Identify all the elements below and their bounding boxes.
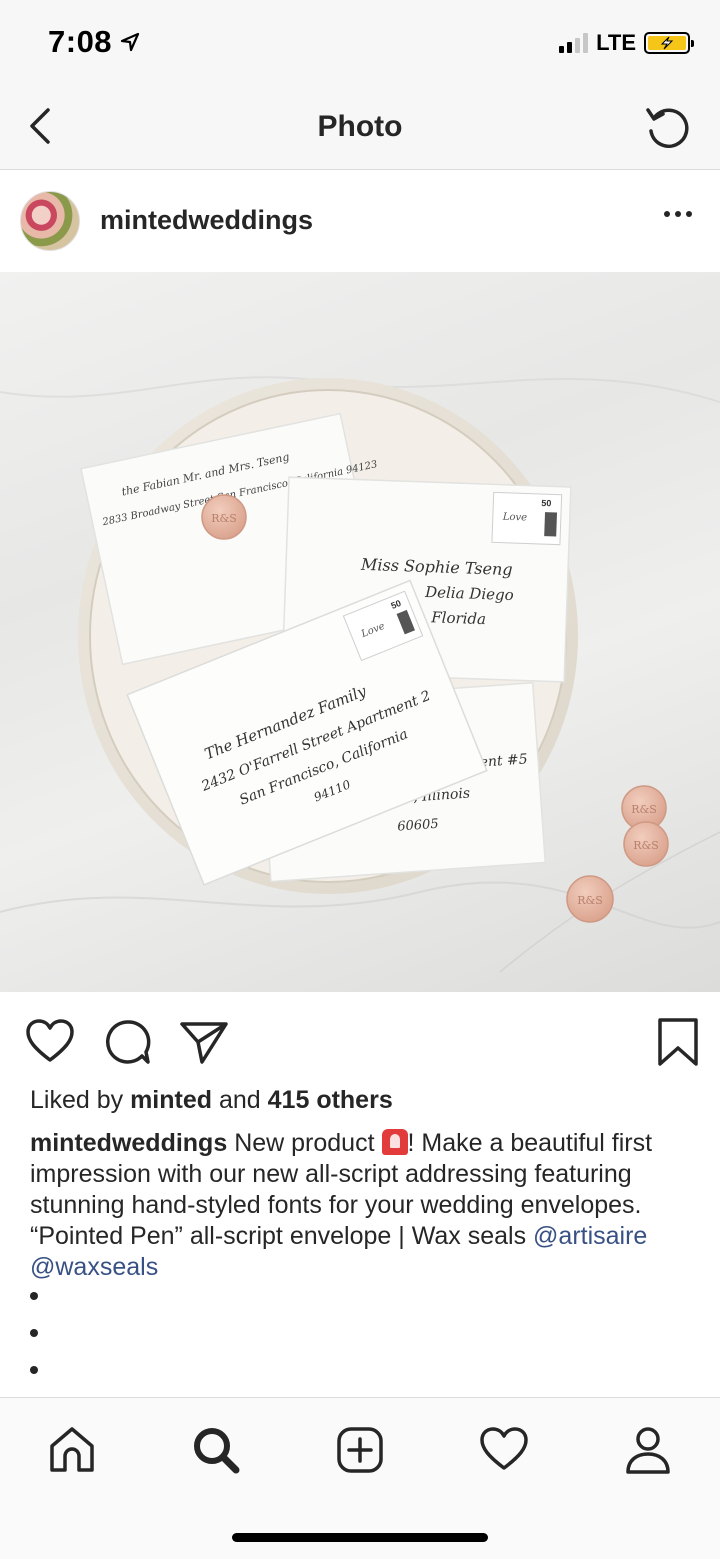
avatar[interactable] [20,191,80,251]
tab-search[interactable] [190,1424,242,1476]
network-label: LTE [596,30,636,55]
share-button[interactable] [178,1016,230,1068]
post-header: mintedweddings [0,171,720,272]
signal-icon [559,33,589,53]
status-bar: 7:08 LTE [0,0,720,88]
save-button[interactable] [652,1016,704,1068]
mention-link[interactable]: @waxseals [30,1253,158,1281]
status-time: 7:08 [48,24,140,60]
bullet-dot [30,1329,38,1337]
location-arrow-icon [120,32,140,52]
caption-text: New product [234,1129,375,1157]
paper-plane-icon [180,1022,228,1064]
add-post-icon [337,1427,383,1473]
caption-username[interactable]: mintedweddings [30,1129,227,1157]
post-actions [0,1000,720,1080]
likes-count[interactable]: 415 others [268,1086,393,1114]
bullet-dot [30,1366,38,1374]
status-indicators: LTE [559,30,694,56]
svg-text:R&S: R&S [211,512,237,525]
like-button[interactable] [24,1016,76,1068]
tab-home[interactable] [46,1424,98,1476]
siren-emoji-icon [381,1129,408,1155]
home-icon [50,1427,94,1472]
more-dot [675,211,681,217]
comment-button[interactable] [102,1016,154,1068]
likes-and: and [218,1086,261,1114]
likes-summary[interactable]: Liked by minted and 415 others [30,1086,393,1115]
post-photo[interactable]: the Fabian Mr. and Mrs. Tseng 2833 Broad… [0,272,720,992]
nav-header: Photo [0,88,720,170]
more-options-button[interactable] [664,211,692,217]
svg-text:Love: Love [502,512,528,524]
bookmark-icon [658,1018,698,1066]
tab-new-post[interactable] [334,1424,386,1476]
heart-icon [480,1427,528,1470]
likes-user[interactable]: minted [130,1086,212,1114]
refresh-button[interactable] [642,102,692,152]
profile-icon [626,1427,670,1474]
heart-icon [26,1019,74,1062]
tab-profile[interactable] [622,1424,674,1476]
more-dot [686,211,692,217]
svg-text:R&S: R&S [633,839,659,852]
refresh-icon [646,108,689,148]
likes-prefix: Liked by [30,1086,124,1114]
clock: 7:08 [48,24,113,59]
svg-text:R&S: R&S [577,894,603,907]
comment-icon [105,1020,151,1064]
more-dot [664,211,670,217]
bullet-dot [30,1292,38,1300]
svg-text:60605: 60605 [397,817,439,835]
svg-text:Florida: Florida [430,608,486,628]
mention-link[interactable]: @artisaire [533,1222,647,1250]
battery-icon [644,32,694,54]
tab-bar [0,1397,720,1559]
post-caption: mintedweddings New product ! Make a beau… [30,1128,700,1283]
caption-dots [30,1292,38,1403]
home-indicator[interactable] [232,1533,488,1542]
svg-text:50: 50 [541,498,551,508]
svg-text:R&S: R&S [631,803,657,816]
search-icon [194,1428,240,1474]
tab-activity[interactable] [478,1424,530,1476]
svg-text:Delia Diego: Delia Diego [424,583,514,604]
post-username[interactable]: mintedweddings [100,205,313,236]
photo-illustration: the Fabian Mr. and Mrs. Tseng 2833 Broad… [0,376,720,973]
page-title: Photo [317,110,403,143]
